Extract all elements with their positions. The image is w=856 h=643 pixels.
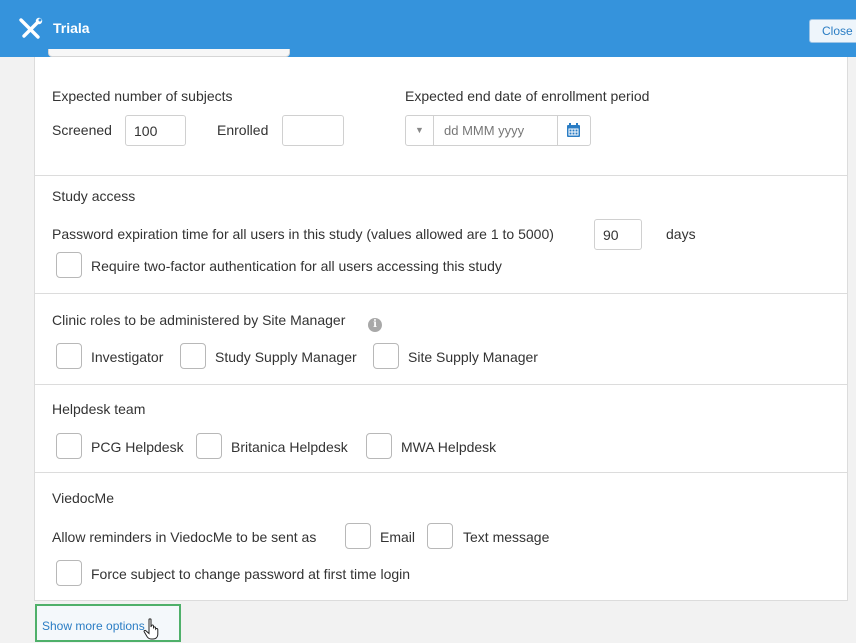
study-access-section: Study access Password expiration time fo… <box>35 176 847 294</box>
close-button[interactable]: Close <box>809 19 856 43</box>
enrolled-input[interactable] <box>282 115 344 146</box>
mwa-helpdesk-checkbox[interactable] <box>366 433 392 459</box>
viedocme-section: ViedocMe Allow reminders in ViedocMe to … <box>35 473 847 601</box>
helpdesk-section: Helpdesk team PCG Helpdesk Britanica Hel… <box>35 385 847 473</box>
tools-icon <box>19 17 43 39</box>
enrollment-section: Expected number of subjects Screened 100… <box>35 57 847 176</box>
clinic-roles-title: Clinic roles to be administered by Site … <box>52 312 346 328</box>
pcg-helpdesk-label: PCG Helpdesk <box>91 439 184 455</box>
expected-subjects-label: Expected number of subjects <box>52 88 233 104</box>
study-access-title: Study access <box>52 188 136 204</box>
two-factor-label: Require two-factor authentication for al… <box>91 258 502 274</box>
reminders-label: Allow reminders in ViedocMe to be sent a… <box>52 529 317 545</box>
truncated-field <box>48 49 290 57</box>
days-label: days <box>666 226 696 242</box>
show-more-options-link[interactable]: Show more options <box>42 619 145 633</box>
password-expiration-label: Password expiration time for all users i… <box>52 226 554 242</box>
calendar-button[interactable] <box>557 116 590 145</box>
end-date-input[interactable]: dd MMM yyyy <box>444 123 524 138</box>
study-supply-manager-label: Study Supply Manager <box>215 349 357 365</box>
britanica-helpdesk-checkbox[interactable] <box>196 433 222 459</box>
clinic-roles-section: Clinic roles to be administered by Site … <box>35 294 847 385</box>
britanica-helpdesk-label: Britanica Helpdesk <box>231 439 348 455</box>
investigator-checkbox[interactable] <box>56 343 82 369</box>
text-message-label: Text message <box>463 529 550 545</box>
password-expiration-input[interactable]: 90 <box>594 219 642 250</box>
pcg-helpdesk-checkbox[interactable] <box>56 433 82 459</box>
investigator-label: Investigator <box>91 349 164 365</box>
viedocme-title: ViedocMe <box>52 490 115 506</box>
study-supply-manager-checkbox[interactable] <box>180 343 206 369</box>
enrolled-label: Enrolled <box>217 122 269 138</box>
force-password-label: Force subject to change password at firs… <box>91 566 411 582</box>
end-date-label: Expected end date of enrollment period <box>405 88 650 104</box>
calendar-icon <box>567 123 580 137</box>
site-supply-manager-label: Site Supply Manager <box>408 349 538 365</box>
mwa-helpdesk-label: MWA Helpdesk <box>401 439 497 455</box>
hand-cursor-icon <box>143 618 159 640</box>
study-settings-panel: Expected number of subjects Screened 100… <box>34 57 848 601</box>
force-password-checkbox[interactable] <box>56 560 82 586</box>
screened-label: Screened <box>52 122 112 138</box>
helpdesk-title: Helpdesk team <box>52 401 146 417</box>
email-label: Email <box>380 529 416 545</box>
info-icon[interactable]: i <box>368 318 382 332</box>
app-title: Triala <box>53 20 90 36</box>
email-checkbox[interactable] <box>345 523 371 549</box>
two-factor-checkbox[interactable] <box>56 252 82 278</box>
end-date-picker: ▼ dd MMM yyyy <box>405 115 591 146</box>
date-dropdown-toggle[interactable]: ▼ <box>406 116 434 145</box>
screened-input[interactable]: 100 <box>125 115 186 146</box>
site-supply-manager-checkbox[interactable] <box>373 343 399 369</box>
text-message-checkbox[interactable] <box>427 523 453 549</box>
